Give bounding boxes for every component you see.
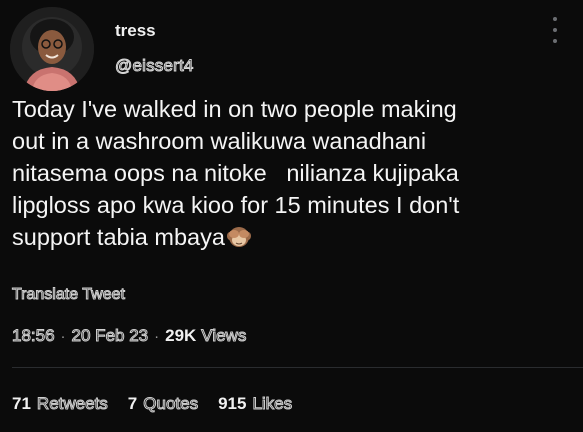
tweet-time[interactable]: 18:56 <box>12 326 56 346</box>
quotes-label: Quotes <box>143 394 199 414</box>
display-name[interactable]: tress <box>115 21 156 41</box>
engagement-stats: 71 Retweets 7 Quotes 915 Likes <box>12 394 312 414</box>
divider <box>12 367 583 368</box>
quotes-count: 7 <box>127 394 138 413</box>
translate-tweet-link[interactable]: Translate Tweet <box>12 286 126 304</box>
tweet-meta: 18:56 · 20 Feb 23 · 29K Views <box>12 326 247 346</box>
see-no-evil-monkey-icon <box>226 227 251 247</box>
more-vertical-icon[interactable] <box>548 17 562 43</box>
tweet-text: Today I've walked in on two people makin… <box>12 93 577 253</box>
views-label[interactable]: Views <box>201 326 247 346</box>
user-handle[interactable]: @eissert4 <box>115 56 194 76</box>
likes-stat[interactable]: 915 Likes <box>218 394 293 414</box>
meta-separator: · <box>154 327 160 345</box>
avatar[interactable] <box>10 7 94 91</box>
tweet-card: tress @eissert4 Today I've walked in on … <box>0 0 583 432</box>
likes-count: 915 <box>218 394 247 413</box>
likes-label: Likes <box>252 394 293 414</box>
retweets-label: Retweets <box>36 394 108 414</box>
tweet-date[interactable]: 20 Feb 23 <box>71 326 149 346</box>
retweets-count: 71 <box>12 394 31 413</box>
quotes-stat[interactable]: 7 Quotes <box>127 394 199 414</box>
views-count: 29K <box>165 326 197 345</box>
meta-separator: · <box>60 327 66 345</box>
retweets-stat[interactable]: 71 Retweets <box>12 394 108 414</box>
profile-photo-icon <box>10 7 94 91</box>
